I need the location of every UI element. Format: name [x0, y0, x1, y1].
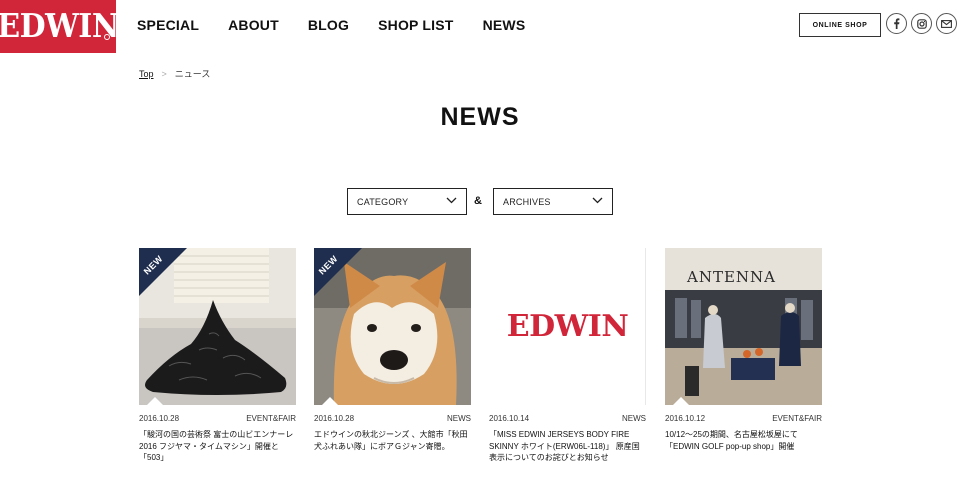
breadcrumb-current: ニュース [174, 69, 211, 79]
news-meta: 2016.10.12 EVENT&FAIR [665, 414, 822, 423]
instagram-icon[interactable] [911, 13, 932, 34]
category-select[interactable]: CATEGORY [347, 188, 467, 215]
news-card[interactable]: NEW 2016.10.28 NEWS エドウインの秋北ジーンズ 、大館市「秋田… [314, 248, 471, 452]
news-title[interactable]: 10/12～25の期間、名古屋松坂屋にて「EDWIN GOLF pop-up s… [665, 429, 822, 452]
registered-mark [104, 34, 110, 40]
news-meta: 2016.10.28 NEWS [314, 414, 471, 423]
nav-special[interactable]: SPECIAL [137, 17, 199, 33]
breadcrumb: Top > ニュース [139, 67, 210, 80]
news-card[interactable]: NEW 2016.10.28 EVENT&FAIR 「駿河の国の芸術祭 富士の山… [139, 248, 296, 464]
mail-icon[interactable] [936, 13, 957, 34]
news-title[interactable]: 「MISS EDWIN JERSEYS BODY FIRE SKINNY ホワイ… [489, 429, 646, 464]
category-select-label: CATEGORY [357, 196, 409, 207]
news-category: EVENT&FAIR [772, 414, 822, 423]
news-date: 2016.10.28 [314, 414, 355, 423]
news-title[interactable]: エドウインの秋北ジーンズ 、大館市「秋田犬ふれあい隊」にボアＧジャン寄贈。 [314, 429, 471, 452]
antenna-sign: ANTENNA [687, 268, 776, 286]
archives-select-label: ARCHIVES [503, 196, 551, 207]
filter-ampersand: & [474, 195, 482, 207]
thumbnail-notch [673, 397, 689, 405]
news-date: 2016.10.28 [139, 414, 180, 423]
news-thumbnail-edwin-logo[interactable]: EDWIN [489, 248, 646, 405]
breadcrumb-separator: > [161, 68, 167, 79]
news-date: 2016.10.14 [489, 414, 530, 423]
news-card[interactable]: EDWIN 2016.10.14 NEWS 「MISS EDWIN JERSEY… [489, 248, 646, 464]
thumbnail-notch [147, 397, 163, 405]
nav-news[interactable]: NEWS [483, 17, 526, 33]
facebook-icon[interactable] [886, 13, 907, 34]
online-shop-button[interactable]: ONLINE SHOP [799, 13, 881, 37]
news-thumbnail-jeans-pile[interactable]: NEW [139, 248, 296, 405]
edwin-logo-image: EDWIN [489, 248, 645, 405]
nav-about[interactable]: ABOUT [228, 17, 279, 33]
news-thumbnail-golf-shop[interactable]: ANTENNA [665, 248, 822, 405]
news-card[interactable]: ANTENNA 2016.10.12 EVENT&FAIR 10/12～25の期… [665, 248, 822, 452]
nav-shop-list[interactable]: SHOP LIST [378, 17, 453, 33]
news-meta: 2016.10.14 NEWS [489, 414, 646, 423]
news-category: NEWS [447, 414, 471, 423]
nav-blog[interactable]: BLOG [308, 17, 349, 33]
main-nav: SPECIAL ABOUT BLOG SHOP LIST NEWS [137, 17, 554, 33]
breadcrumb-home-link[interactable]: Top [139, 69, 154, 79]
image-logo-text: EDWIN [506, 309, 629, 344]
news-category: NEWS [622, 414, 646, 423]
news-date: 2016.10.12 [665, 414, 706, 423]
thumbnail-notch [322, 397, 338, 405]
thumbnail-notch [497, 397, 513, 405]
news-category: EVENT&FAIR [246, 414, 296, 423]
chevron-down-icon [592, 197, 603, 204]
logo-text: EDWIN [0, 7, 119, 46]
news-thumbnail-akita-dog[interactable]: NEW [314, 248, 471, 405]
edwin-logo[interactable]: EDWIN [0, 0, 119, 53]
archives-select[interactable]: ARCHIVES [493, 188, 613, 215]
news-meta: 2016.10.28 EVENT&FAIR [139, 414, 296, 423]
news-title[interactable]: 「駿河の国の芸術祭 富士の山ビエンナーレ2016 フジヤマ・タイムマシン」開催と… [139, 429, 296, 464]
chevron-down-icon [446, 197, 457, 204]
page-title: NEWS [440, 103, 520, 131]
